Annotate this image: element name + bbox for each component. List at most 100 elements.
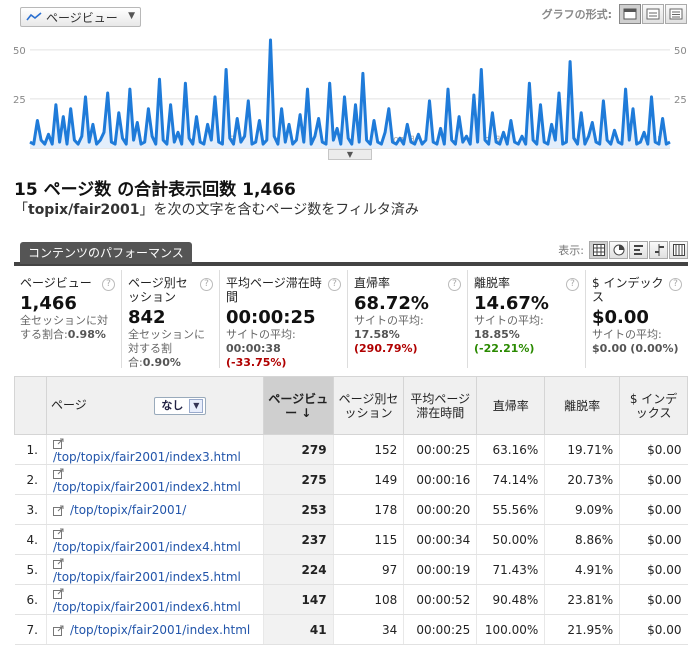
cell-exit-rate: 21.95% [544,614,620,645]
header-sessions[interactable]: ページ別セッション [332,376,405,435]
y-tick-label-right: 25 [674,95,687,106]
cell-pageviews: 279 [262,434,334,465]
external-link-icon[interactable] [52,438,64,449]
cell-avg-time: 00:00:16 [403,464,477,495]
header-exit-rate[interactable]: 離脱率 [544,376,621,435]
scorecard-sub-label: サイトの平均: [592,328,662,341]
scorecard-avg-time: 平均ページ滞在時間 ? 00:00:25 サイトの平均: 00:00:38 (-… [220,270,348,369]
tab-content-performance[interactable]: コンテンツのパフォーマンス [20,242,192,264]
cell-bounce-rate: 100.00% [476,614,545,645]
help-icon[interactable]: ? [200,278,213,291]
scorecard-sub-label: サイトの平均: [354,314,424,327]
filter-text: 」を次の文字を含むページ数をフィルタ済み [139,202,419,218]
filter-open-bracket: 「 [14,202,28,218]
cell-bounce-rate: 90.48% [476,584,545,615]
view-comparison-button[interactable] [649,241,668,259]
header-avg-time[interactable]: 平均ページ滞在時間 [403,376,478,435]
external-link-icon[interactable] [52,625,64,636]
page-cell: /top/topix/fair2001/index3.html [46,434,264,465]
scorecard-pageviews: ページビュー ? 1,466 全セッションに対する割合:0.98% [14,270,122,368]
header-bounce-rate[interactable]: 直帰率 [476,376,546,435]
cell-sessions: 97 [332,554,404,585]
page-link[interactable]: /top/topix/fair2001/index3.html [53,450,241,464]
help-icon[interactable]: ? [669,278,682,291]
scorecard-delta: (290.79%) [354,342,418,355]
chart-expand-handle[interactable]: ▼ [328,149,372,160]
data-table: ページ なし ▼ ページビュー ↓ ページ別セッション 平均ページ滞在時間 直帰… [14,376,688,645]
page-cell: /top/topix/fair2001/index5.html [46,554,264,585]
cell-sessions: 178 [332,494,404,525]
header-pageviews[interactable]: ページビュー ↓ [262,376,334,435]
cell-avg-time: 00:00:19 [403,554,477,585]
help-icon[interactable]: ? [328,278,341,291]
view-bar-button[interactable] [629,241,648,259]
page-link[interactable]: /top/topix/fair2001/index5.html [53,570,241,584]
header-index [14,376,47,435]
scorecard-avg: $0.00 [592,342,627,355]
y-tick-label-left: 50 [13,46,26,57]
header-pageviews-label: ページビュー [268,391,329,420]
cell-dollar-index: $0.00 [619,584,688,615]
content-tab-bar: コンテンツのパフォーマンス 表示: [14,240,688,266]
view-pie-button[interactable] [609,241,628,259]
help-icon[interactable]: ? [102,278,115,291]
table-row: 4. /top/topix/fair2001/index4.html 237 115 0… [14,524,688,555]
view-pivot-button[interactable] [669,241,688,259]
help-icon[interactable]: ? [448,278,461,291]
page-link[interactable]: /top/topix/fair2001/index4.html [53,540,241,554]
graph-format-group: グラフの形式: [542,4,687,24]
sort-desc-icon: ↓ [301,405,312,420]
scorecard-delta: (-22.21%) [474,342,535,355]
total-label: の合計表示回数 [117,180,237,200]
scorecard-delta: (-33.75%) [226,356,287,369]
line-chart-icon [26,12,42,21]
table-row: 2. /top/topix/fair2001/index2.html 275 149 0… [14,464,688,495]
cell-sessions: 115 [332,524,404,555]
external-link-icon[interactable] [52,528,64,539]
scorecard-sub-value: 0.90% [142,356,181,369]
total-value: 1,466 [242,180,296,200]
page-count: 15 [14,180,38,200]
cell-pageviews: 41 [262,614,334,645]
page-cell: /top/topix/fair2001/index2.html [46,464,264,495]
scorecard-dollar-index: $ インデックス ? $0.00 サイトの平均: $0.00 (0.00%) [586,270,688,368]
cell-avg-time: 00:00:25 [403,434,477,465]
y-tick-label-left: 25 [13,95,26,106]
scorecard-avg: 18.85% [474,328,520,341]
cell-bounce-rate: 63.16% [476,434,545,465]
header-dollar-index[interactable]: $ インデックス [619,376,688,435]
scorecard-exit-rate: 離脱率 ? 14.67% サイトの平均: 18.85% (-22.21%) [468,270,586,368]
page-count-unit: ページ数 [43,180,112,200]
scorecard-name: 平均ページ滞在時間 [226,276,322,304]
external-link-icon[interactable] [52,505,64,516]
table-row: 6. /top/topix/fair2001/index6.html 147 108 0… [14,584,688,615]
filter-term: topix/fair2001 [28,202,140,218]
external-link-icon[interactable] [52,468,64,479]
help-icon[interactable]: ? [566,278,579,291]
external-link-icon[interactable] [52,558,64,569]
pie-chart-icon [613,244,624,256]
page-link[interactable]: /top/topix/fair2001/index2.html [53,480,241,494]
cell-bounce-rate: 55.56% [476,494,545,525]
header-page-label: ページ [50,397,87,412]
cell-exit-rate: 4.91% [544,554,620,585]
page-link[interactable]: /top/topix/fair2001/ [70,503,186,517]
calendar-month-icon [669,8,683,20]
row-index: 3. [14,494,47,525]
page-link[interactable]: /top/topix/fair2001/index6.html [53,600,241,614]
cell-exit-rate: 19.71% [544,434,620,465]
row-index: 4. [14,524,47,555]
graph-format-daily-button[interactable] [619,4,641,24]
external-link-icon[interactable] [52,588,64,599]
cell-bounce-rate: 74.14% [476,464,545,495]
metric-selector[interactable]: ページビュー ▼ [20,7,141,27]
view-table-button[interactable] [589,241,608,259]
graph-format-weekly-button[interactable] [642,4,664,24]
view-options: 表示: [558,241,688,259]
page-link[interactable]: /top/topix/fair2001/index.html [70,623,250,637]
graph-format-monthly-button[interactable] [665,4,687,24]
scorecard-avg: 17.58% [354,328,400,341]
scorecard-value: $0.00 [592,307,649,328]
bar-chart-icon [633,245,643,255]
secondary-dimension-select[interactable]: なし ▼ [154,396,207,415]
